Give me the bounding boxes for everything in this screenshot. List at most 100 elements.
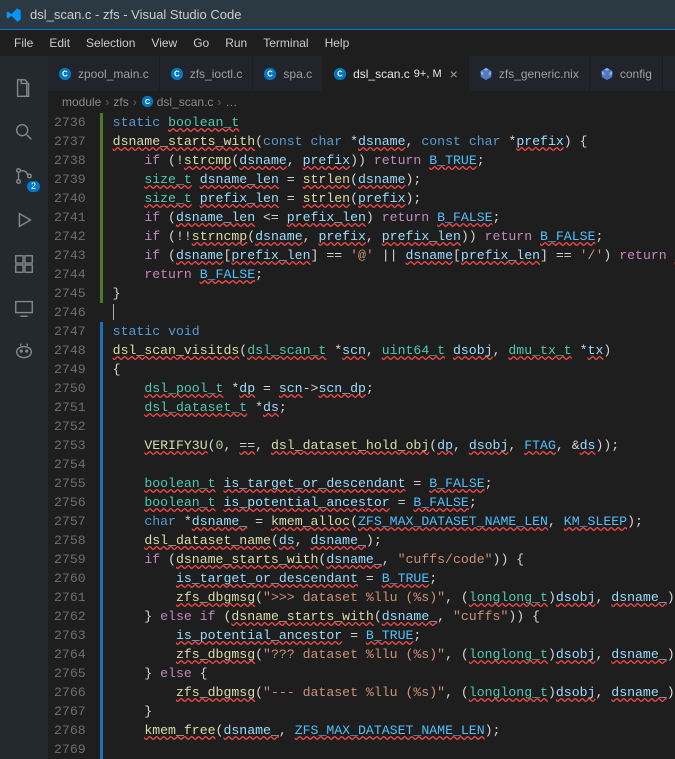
copilot-icon[interactable]	[0, 330, 48, 374]
code-line[interactable]: } else {	[113, 664, 675, 683]
code-line[interactable]: is_target_or_descendant = B_TRUE;	[113, 569, 675, 588]
code-line[interactable]	[113, 303, 675, 322]
tab-dsl_scan-c[interactable]: Cdsl_scan.c9+, M×	[323, 56, 469, 91]
code-line[interactable]: dsl_dataset_name(ds, dsname_);	[113, 531, 675, 550]
code-line[interactable]: }	[113, 284, 675, 303]
line-number: 2765	[54, 664, 86, 683]
code-line[interactable]: size_t prefix_len = strlen(prefix);	[113, 189, 675, 208]
code-line[interactable]: if (dsname[prefix_len] == '@' || dsname[…	[113, 246, 675, 265]
line-number: 2761	[54, 588, 86, 607]
line-number: 2760	[54, 569, 86, 588]
scm-icon[interactable]: 2	[0, 154, 48, 198]
code-line[interactable]: dsname_starts_with(const char *dsname, c…	[113, 132, 675, 151]
line-number: 2763	[54, 626, 86, 645]
line-number: 2755	[54, 474, 86, 493]
line-number: 2742	[54, 227, 86, 246]
menu-file[interactable]: File	[6, 33, 41, 53]
code-line[interactable]: kmem_free(dsname_, ZFS_MAX_DATASET_NAME_…	[113, 721, 675, 740]
vscode-logo-icon	[6, 7, 22, 23]
menu-selection[interactable]: Selection	[78, 33, 143, 53]
line-number: 2747	[54, 322, 86, 341]
line-number: 2762	[54, 607, 86, 626]
scm-badge: 2	[27, 181, 40, 192]
menubar: FileEditSelectionViewGoRunTerminalHelp	[0, 30, 675, 56]
chevron-right-icon: ›	[105, 95, 109, 109]
line-number: 2766	[54, 683, 86, 702]
remote-icon[interactable]	[0, 286, 48, 330]
menu-edit[interactable]: Edit	[41, 33, 78, 53]
code-line[interactable]: dsl_scan_visitds(dsl_scan_t *scn, uint64…	[113, 341, 675, 360]
code-content[interactable]: static boolean_tdsname_starts_with(const…	[103, 113, 675, 759]
line-number: 2743	[54, 246, 86, 265]
breadcrumb[interactable]: module›zfs›Cdsl_scan.c›…	[48, 91, 675, 113]
tab-spa-c[interactable]: Cspa.c	[253, 56, 323, 91]
line-number: 2741	[54, 208, 86, 227]
code-line[interactable]: return B_FALSE;	[113, 265, 675, 284]
line-number: 2759	[54, 550, 86, 569]
code-line[interactable]: if (dsname_starts_with(dsname_, "cuffs/c…	[113, 550, 675, 569]
tab-zpool_main-c[interactable]: Czpool_main.c	[48, 56, 160, 91]
line-number: 2737	[54, 132, 86, 151]
line-number: 2744	[54, 265, 86, 284]
menu-help[interactable]: Help	[317, 33, 358, 53]
line-number: 2751	[54, 398, 86, 417]
line-number: 2753	[54, 436, 86, 455]
tab-label: spa.c	[283, 67, 312, 81]
tab-label: zfs_generic.nix	[499, 67, 579, 81]
editor[interactable]: 2736273727382739274027412742274327442745…	[48, 113, 675, 759]
line-gutter: 2736273727382739274027412742274327442745…	[48, 113, 100, 759]
tab-zfs_generic-nix[interactable]: zfs_generic.nix	[469, 56, 590, 91]
tab-config[interactable]: config	[590, 56, 663, 91]
code-line[interactable]: if (!!strncmp(dsname, prefix, prefix_len…	[113, 227, 675, 246]
tab-label: zpool_main.c	[78, 67, 149, 81]
svg-text:C: C	[174, 69, 180, 78]
line-number: 2768	[54, 721, 86, 740]
activitybar: 2	[0, 56, 48, 759]
code-line[interactable]: {	[113, 360, 675, 379]
chevron-right-icon: ›	[133, 95, 137, 109]
line-number: 2758	[54, 531, 86, 550]
extensions-icon[interactable]	[0, 242, 48, 286]
svg-text:C: C	[337, 69, 343, 78]
code-line[interactable]: zfs_dbgmsg("??? dataset %llu (%s)", (lon…	[113, 645, 675, 664]
code-line[interactable]: VERIFY3U(0, ==, dsl_dataset_hold_obj(dp,…	[113, 436, 675, 455]
breadcrumb-item[interactable]: …	[225, 95, 237, 109]
code-line[interactable]: static void	[113, 322, 675, 341]
code-line[interactable]: boolean_t is_target_or_descendant = B_FA…	[113, 474, 675, 493]
line-number: 2750	[54, 379, 86, 398]
code-line[interactable]: zfs_dbgmsg("--- dataset %llu (%s)", (lon…	[113, 683, 675, 702]
breadcrumb-item[interactable]: Cdsl_scan.c	[141, 95, 214, 109]
code-line[interactable]	[113, 455, 675, 474]
menu-run[interactable]: Run	[217, 33, 255, 53]
breadcrumb-item[interactable]: zfs	[113, 95, 128, 109]
code-line[interactable]: is_potential_ancestor = B_TRUE;	[113, 626, 675, 645]
code-line[interactable]: zfs_dbgmsg(">>> dataset %llu (%s)", (lon…	[113, 588, 675, 607]
debug-icon[interactable]	[0, 198, 48, 242]
menu-go[interactable]: Go	[185, 33, 217, 53]
code-line[interactable]: dsl_pool_t *dp = scn->scn_dp;	[113, 379, 675, 398]
tab-zfs_ioctl-c[interactable]: Czfs_ioctl.c	[160, 56, 254, 91]
explorer-icon[interactable]	[0, 66, 48, 110]
code-line[interactable]: if (!strcmp(dsname, prefix)) return B_TR…	[113, 151, 675, 170]
code-line[interactable]: static boolean_t	[113, 113, 675, 132]
code-line[interactable]: char *dsname_ = kmem_alloc(ZFS_MAX_DATAS…	[113, 512, 675, 531]
code-line[interactable]	[113, 417, 675, 436]
code-line[interactable]: boolean_t is_potential_ancestor = B_FALS…	[113, 493, 675, 512]
code-line[interactable]: } else if (dsname_starts_with(dsname_, "…	[113, 607, 675, 626]
line-number: 2738	[54, 151, 86, 170]
code-line[interactable]	[113, 740, 675, 759]
close-icon[interactable]: ×	[450, 66, 458, 82]
line-number: 2752	[54, 417, 86, 436]
line-number: 2756	[54, 493, 86, 512]
line-number: 2749	[54, 360, 86, 379]
search-icon[interactable]	[0, 110, 48, 154]
line-number: 2740	[54, 189, 86, 208]
code-line[interactable]: }	[113, 702, 675, 721]
breadcrumb-item[interactable]: module	[62, 95, 101, 109]
code-line[interactable]: if (dsname_len <= prefix_len) return B_F…	[113, 208, 675, 227]
menu-view[interactable]: View	[143, 33, 185, 53]
menu-terminal[interactable]: Terminal	[255, 33, 316, 53]
code-line[interactable]: dsl_dataset_t *ds;	[113, 398, 675, 417]
tabbar: Czpool_main.cCzfs_ioctl.cCspa.cCdsl_scan…	[48, 56, 675, 91]
code-line[interactable]: size_t dsname_len = strlen(dsname);	[113, 170, 675, 189]
